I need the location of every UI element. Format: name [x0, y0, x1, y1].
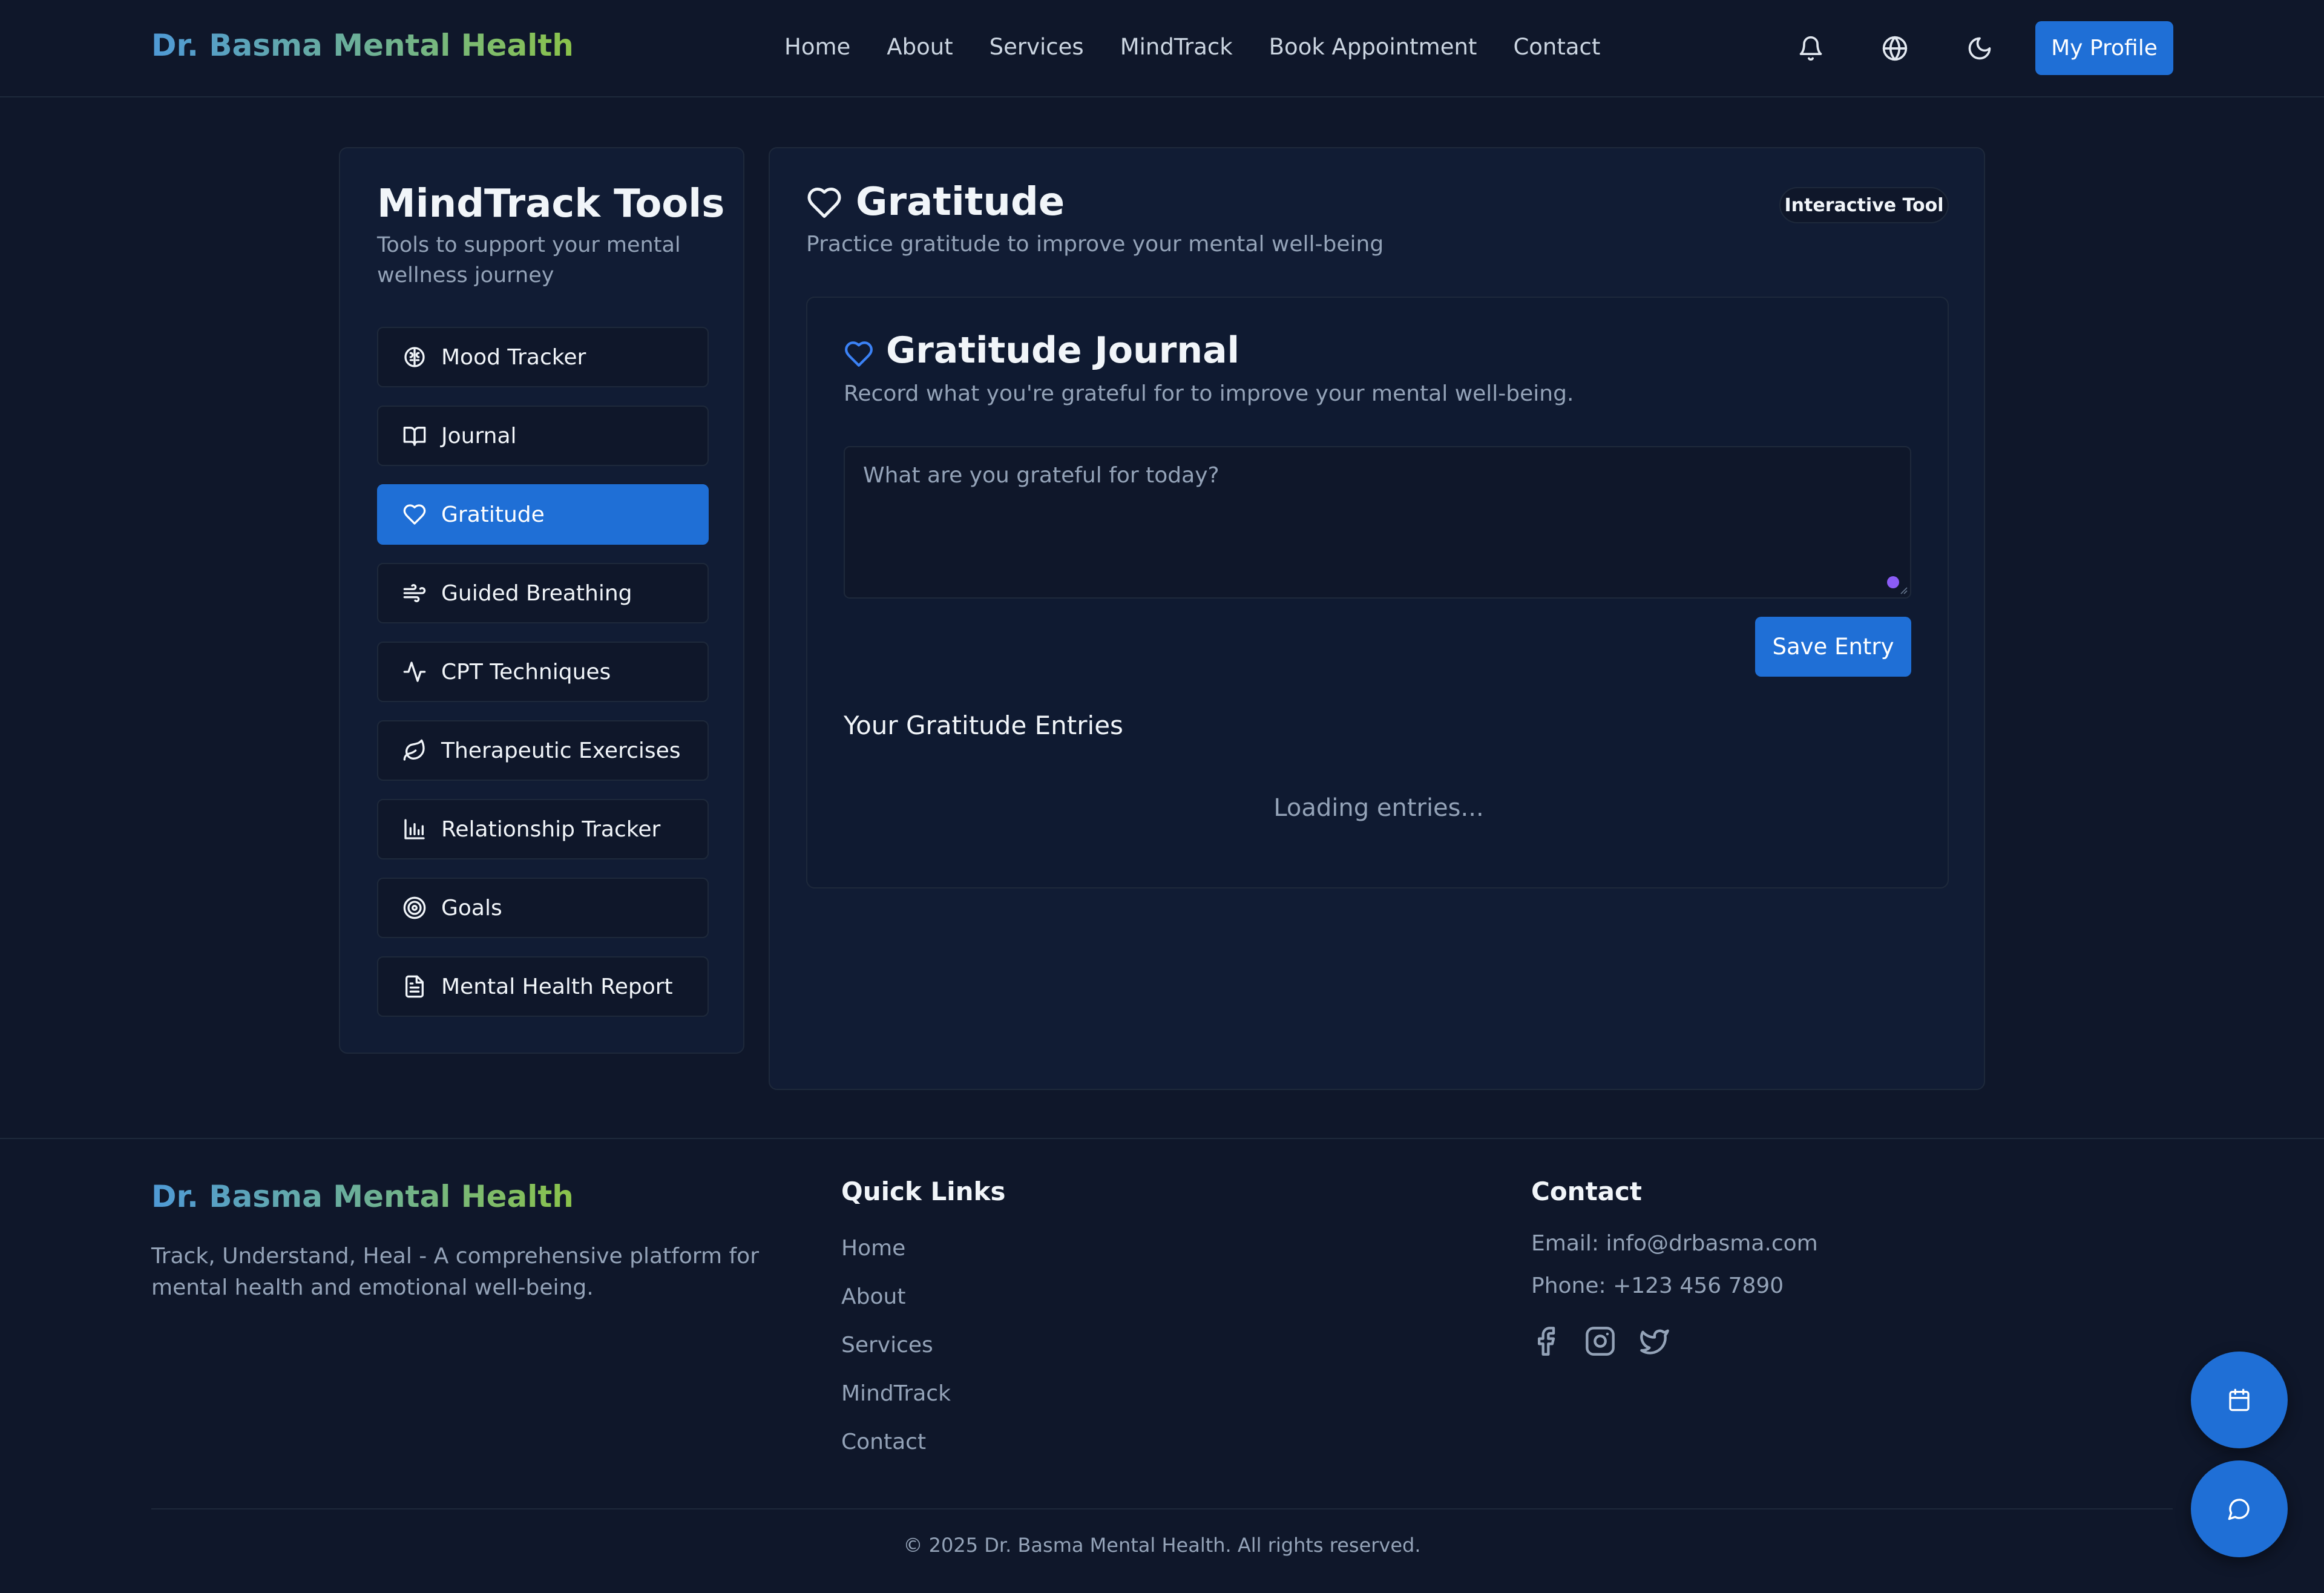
footer-brand: Dr. Basma Mental Health: [151, 1179, 574, 1214]
heart-icon: [806, 185, 842, 221]
bell-icon[interactable]: [1797, 35, 1824, 62]
my-profile-button[interactable]: My Profile: [2035, 21, 2173, 75]
sidebar-item-label: Mental Health Report: [441, 974, 673, 999]
sidebar-item-gratitude[interactable]: Gratitude: [377, 484, 709, 545]
moon-icon[interactable]: [1966, 35, 1993, 62]
nav-mindtrack[interactable]: MindTrack: [1120, 34, 1233, 60]
footer-description: Track, Understand, Heal - A comprehensiv…: [151, 1244, 760, 1300]
assistant-indicator-dot: [1887, 576, 1899, 588]
interactive-tool-badge: Interactive Tool: [1779, 187, 1949, 223]
twitter-icon[interactable]: [1639, 1325, 1670, 1357]
footer-divider: [151, 1508, 2173, 1509]
sidebar-item-goals[interactable]: Goals: [377, 878, 709, 938]
book-appointment-fab[interactable]: [2191, 1352, 2288, 1448]
sidebar-item-mental-health-report[interactable]: Mental Health Report: [377, 956, 709, 1017]
instagram-icon[interactable]: [1584, 1325, 1616, 1357]
chat-icon: [2227, 1497, 2251, 1521]
sidebar-item-journal[interactable]: Journal: [377, 406, 709, 466]
brand-logo[interactable]: Dr. Basma Mental Health: [151, 28, 574, 63]
facebook-icon[interactable]: [1530, 1325, 1561, 1357]
contact-email[interactable]: Email: info@drbasma.com: [1531, 1231, 1818, 1256]
brain-icon: [402, 345, 427, 369]
bar-chart-icon: [402, 817, 427, 841]
nav-services[interactable]: Services: [990, 34, 1084, 60]
sidebar-item-label: Therapeutic Exercises: [441, 738, 681, 763]
sidebar-item-label: Mood Tracker: [441, 344, 586, 370]
target-icon: [402, 896, 427, 920]
book-icon: [402, 424, 427, 448]
sidebar-item-label: Gratitude: [441, 502, 545, 527]
footer-link-services[interactable]: Services: [841, 1333, 933, 1358]
page-title: Gratitude: [856, 180, 1065, 225]
site-footer: Dr. Basma Mental Health Track, Understan…: [0, 1138, 2324, 1593]
sidebar-item-label: CPT Techniques: [441, 659, 611, 685]
calendar-icon: [2227, 1388, 2251, 1412]
gratitude-panel: Gratitude Practice gratitude to improve …: [769, 147, 1985, 1090]
main-nav: Home About Services MindTrack Book Appoi…: [784, 34, 1600, 60]
card-subtitle: Record what you're grateful for to impro…: [844, 381, 1574, 406]
quick-links-heading: Quick Links: [841, 1177, 1006, 1206]
nav-home[interactable]: Home: [784, 34, 850, 60]
sidebar-item-mood-tracker[interactable]: Mood Tracker: [377, 327, 709, 387]
globe-icon[interactable]: [1882, 35, 1908, 62]
sidebar-item-label: Relationship Tracker: [441, 816, 661, 842]
activity-icon: [402, 660, 427, 684]
footer-link-contact[interactable]: Contact: [841, 1430, 926, 1454]
footer-link-mindtrack[interactable]: MindTrack: [841, 1381, 951, 1406]
nav-contact[interactable]: Contact: [1513, 34, 1600, 60]
heart-icon: [402, 502, 427, 527]
sidebar-item-label: Goals: [441, 895, 502, 921]
nav-about[interactable]: About: [887, 34, 953, 60]
footer-link-about[interactable]: About: [841, 1284, 905, 1309]
sidebar-subtitle: Tools to support your mental wellness jo…: [377, 233, 681, 287]
resize-handle-icon[interactable]: [1899, 586, 1908, 594]
contact-heading: Contact: [1531, 1177, 1642, 1206]
gratitude-entry-input[interactable]: [844, 446, 1911, 599]
sidebar-item-label: Journal: [441, 423, 517, 448]
copyright-text: © 2025 Dr. Basma Mental Health. All righ…: [903, 1534, 1421, 1557]
contact-phone[interactable]: Phone: +123 456 7890: [1531, 1273, 1784, 1298]
entries-heading: Your Gratitude Entries: [844, 711, 1123, 740]
sidebar-item-relationship-tracker[interactable]: Relationship Tracker: [377, 799, 709, 859]
heart-icon: [844, 339, 874, 369]
sidebar-item-cpt-techniques[interactable]: CPT Techniques: [377, 642, 709, 702]
save-entry-button[interactable]: Save Entry: [1755, 617, 1911, 677]
page-subtitle: Practice gratitude to improve your menta…: [806, 232, 1384, 257]
sidebar-item-guided-breathing[interactable]: Guided Breathing: [377, 563, 709, 623]
sidebar-item-label: Guided Breathing: [441, 580, 632, 606]
leaf-icon: [402, 738, 427, 763]
footer-link-home[interactable]: Home: [841, 1236, 905, 1261]
top-header: Dr. Basma Mental Health Home About Servi…: [0, 0, 2324, 97]
card-title: Gratitude Journal: [886, 329, 1240, 372]
sidebar-item-therapeutic-exercises[interactable]: Therapeutic Exercises: [377, 720, 709, 781]
chat-fab[interactable]: [2191, 1460, 2288, 1557]
mindtrack-sidebar: MindTrack Tools Tools to support your me…: [339, 147, 744, 1054]
gratitude-journal-card: Gratitude Journal Record what you're gra…: [806, 297, 1949, 888]
sidebar-title: MindTrack Tools: [377, 182, 725, 226]
wind-icon: [402, 581, 427, 605]
file-text-icon: [402, 974, 427, 999]
loading-status: Loading entries...: [1273, 794, 1484, 822]
nav-book-appointment[interactable]: Book Appointment: [1269, 34, 1477, 60]
